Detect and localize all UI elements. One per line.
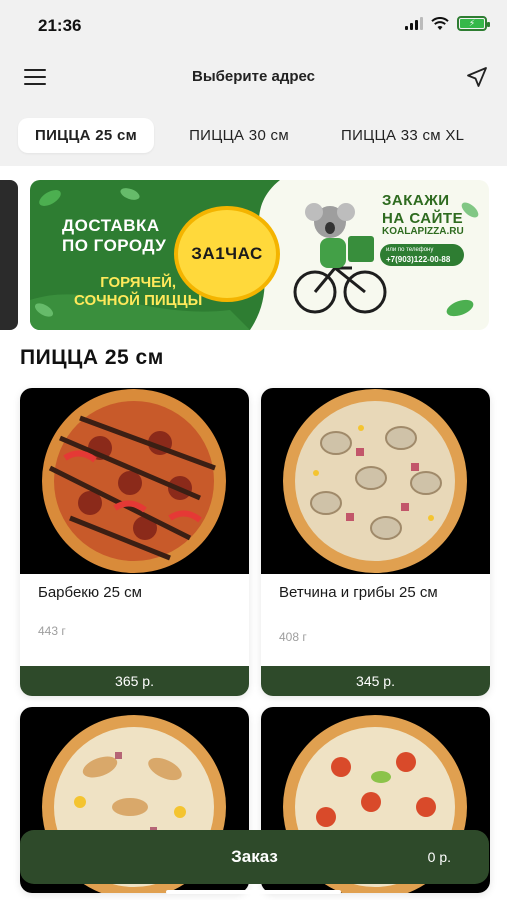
status-bar: 21:36 ⚡ bbox=[0, 0, 507, 50]
order-button[interactable]: Заказ 0 р. bbox=[20, 830, 489, 884]
product-name: Барбекю 25 см bbox=[38, 584, 142, 601]
product-name: Ветчина и грибы 25 см bbox=[279, 584, 438, 601]
order-total: 0 р. bbox=[427, 849, 451, 865]
product-image bbox=[261, 388, 490, 574]
product-price[interactable]: 365 р. bbox=[20, 666, 249, 696]
product-weight: 408 г bbox=[279, 630, 307, 644]
banner-site-url: KOALAPIZZA.RU bbox=[382, 226, 464, 237]
category-tabs: ПИЦЦА 25 см ПИЦЦА 30 см ПИЦЦА 33 см XL bbox=[0, 106, 507, 166]
banner-phone: или по телефону +7(903)122-00-88 bbox=[380, 244, 464, 266]
tab-pizza-25[interactable]: ПИЦЦА 25 см bbox=[18, 118, 155, 153]
app-header: Выберите адрес bbox=[0, 50, 507, 106]
previous-banner-peek[interactable] bbox=[0, 180, 18, 330]
product-price[interactable]: 345 р. bbox=[261, 666, 490, 696]
product-card[interactable]: Ветчина и грибы 25 см 408 г 345 р. bbox=[261, 388, 490, 696]
address-selector[interactable]: Выберите адрес bbox=[0, 68, 507, 85]
delivery-time-badge: ЗА1ЧАС bbox=[174, 206, 280, 302]
promo-banner[interactable]: ДОСТАВКА ПО ГОРОДУ ГОРЯЧЕЙ, СОЧНОЙ ПИЦЦЫ… bbox=[30, 180, 489, 330]
product-weight: 443 г bbox=[38, 624, 66, 638]
cellular-signal-icon bbox=[405, 17, 423, 30]
order-label: Заказ bbox=[231, 847, 278, 866]
home-indicator bbox=[166, 890, 341, 894]
product-card[interactable]: Барбекю 25 см 443 г 365 р. bbox=[20, 388, 249, 696]
promo-carousel: ДОСТАВКА ПО ГОРОДУ ГОРЯЧЕЙ, СОЧНОЙ ПИЦЦЫ… bbox=[0, 166, 507, 346]
banner-delivery-text: ДОСТАВКА ПО ГОРОДУ bbox=[62, 216, 167, 255]
tab-pizza-30[interactable]: ПИЦЦА 30 см bbox=[172, 118, 306, 153]
banner-order-text: ЗАКАЖИ НА САЙТЕ bbox=[382, 192, 464, 227]
wifi-icon bbox=[431, 16, 449, 30]
location-arrow-icon[interactable] bbox=[465, 65, 489, 89]
tab-pizza-33-xl[interactable]: ПИЦЦА 33 см XL bbox=[324, 118, 481, 153]
status-time: 21:36 bbox=[38, 16, 82, 35]
status-icons: ⚡ bbox=[405, 16, 490, 31]
section-title: ПИЦЦА 25 см bbox=[20, 346, 164, 369]
battery-icon: ⚡ bbox=[457, 16, 490, 31]
product-image bbox=[20, 388, 249, 574]
